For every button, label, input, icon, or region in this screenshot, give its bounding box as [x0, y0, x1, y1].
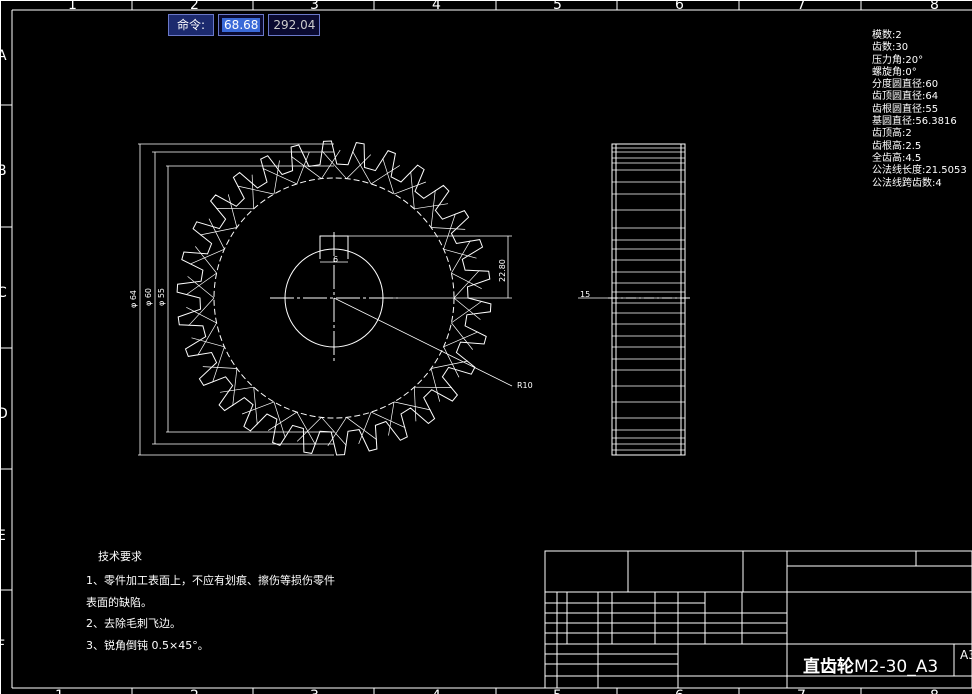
zone-top-7: 7 [797, 0, 806, 13]
drawing-canvas[interactable]: 1 2 3 4 5 6 7 8 1 2 3 4 5 6 7 8 A B C D … [0, 0, 972, 694]
gear-wire-line [232, 368, 238, 406]
gear-wire-line [393, 401, 431, 411]
gear-wire-line [370, 165, 400, 185]
gear-wire-line [451, 322, 473, 350]
gear-wire-line [251, 174, 255, 209]
zone-bottom-3: 3 [310, 688, 319, 694]
gear-wire-line [219, 386, 254, 393]
zone-bottom-5: 5 [553, 688, 562, 694]
gear-wire-line [451, 272, 482, 290]
dim-diameter-55: φ 55 [157, 288, 166, 306]
gear-wire-line [237, 185, 275, 195]
hub-bore[interactable] [270, 232, 398, 362]
gear-wire-line [430, 190, 436, 228]
tech-line-2: 表面的缺陷。 [86, 596, 152, 609]
zone-left-e: E [0, 528, 6, 544]
zone-top-8: 8 [930, 0, 939, 13]
dim-diameter-60: φ 60 [144, 288, 153, 306]
param-span-length: 公法线长度:21.5053 [872, 165, 967, 177]
gear-wire-line [187, 276, 215, 299]
param-base-diameter: 基圆直径:56.3816 [872, 116, 957, 128]
tech-line-1: 1、零件加工表面上，不应有划痕、擦伤等损伤零件 [86, 574, 335, 587]
tech-heading: 技术要求 [98, 550, 142, 563]
param-tip-diameter: 齿顶圆直径:64 [872, 91, 939, 103]
gear-wire-line [413, 387, 417, 422]
gear-wire-line [185, 272, 217, 296]
zone-left-c: C [0, 285, 7, 301]
title-block-part-title: 直齿轮M2-30_A3 [803, 652, 938, 677]
gear-wire-line [253, 387, 258, 425]
param-helix-angle: 螺旋角:0° [872, 66, 917, 78]
dimension-lines [138, 143, 612, 456]
sheet-size: A3 [960, 648, 972, 662]
param-span-teeth: 公法线跨齿数:4 [872, 177, 942, 189]
zone-bottom-8: 8 [930, 688, 939, 694]
param-root-diameter: 齿根圆直径:55 [872, 103, 939, 115]
dim-face-width: 15 [580, 290, 590, 299]
gear-wire-line [451, 240, 471, 274]
param-addendum: 齿顶高:2 [872, 128, 912, 140]
zone-bottom-4: 4 [432, 688, 441, 694]
gear-wire-line [197, 322, 217, 356]
tech-line-3: 2、去除毛刺飞边。 [86, 617, 181, 630]
gear-wire-line [296, 411, 316, 445]
gear-wire-line [241, 401, 275, 415]
param-whole-depth: 全齿高:4.5 [872, 152, 922, 164]
gear-wire-line [453, 297, 481, 320]
gear-wire-line [195, 246, 217, 274]
gear-wire-line [189, 248, 225, 265]
dim-radius: R10 [517, 381, 533, 390]
gear-wire-line [202, 366, 237, 369]
zone-bottom-1: 1 [55, 688, 64, 694]
gear-wire-line [352, 151, 372, 185]
coordinate-x-field[interactable]: 68.68 [218, 14, 265, 36]
param-pitch-diameter: 分度圆直径:60 [872, 79, 939, 91]
zone-top-2: 2 [190, 0, 199, 13]
param-dedendum: 齿根高:2.5 [872, 140, 922, 152]
zone-left-d: D [0, 406, 8, 422]
param-module: 模数:2 [872, 30, 902, 41]
gear-wire-line [451, 300, 483, 324]
drawing-frame [0, 0, 972, 694]
zone-left-a: A [0, 48, 7, 64]
command-label: 命令: [168, 14, 215, 36]
zone-top-6: 6 [675, 0, 684, 13]
coordinate-y-field[interactable]: 292.04 [268, 14, 321, 36]
part-name: 直齿轮 [803, 657, 854, 677]
zone-top-5: 5 [553, 0, 562, 13]
zone-left-f: F [0, 638, 5, 654]
part-code: M2-30_A3 [854, 657, 939, 677]
gear-side-view[interactable] [608, 143, 690, 456]
command-line[interactable]: 命令: 68.68 292.04 [168, 14, 321, 36]
gear-wire-line [393, 181, 427, 195]
zone-top-3: 3 [310, 0, 319, 13]
zone-bottom-6: 6 [675, 688, 684, 694]
gear-parameter-list: 模数:2 齿数:30 压力角:20° 螺旋角:0° 分度圆直径:60 齿顶圆直径… [872, 30, 967, 190]
param-pressure-angle: 压力角:20° [872, 54, 924, 66]
gear-wire-line [273, 401, 286, 438]
dim-key-height: 22.80 [498, 259, 507, 282]
gear-wire-line [414, 203, 449, 210]
gear-wire-line [268, 411, 298, 431]
zone-bottom-2: 2 [190, 688, 199, 694]
coordinate-x-value: 68.68 [222, 18, 261, 32]
gear-wire-line [410, 171, 415, 209]
gear-wire-line [431, 227, 466, 230]
param-teeth: 齿数:30 [872, 42, 909, 54]
side-outline [611, 143, 686, 456]
zone-top-1: 1 [68, 0, 77, 13]
gear-wire-line [227, 194, 238, 228]
zone-left-b: B [0, 163, 7, 179]
zone-bottom-7: 7 [797, 688, 806, 694]
dim-diameter-64: φ 64 [129, 290, 138, 308]
zone-top-4: 4 [432, 0, 441, 13]
gear-wire-line [186, 306, 217, 324]
dim-key-width: 6 [333, 255, 338, 264]
gear-wire-line [430, 368, 441, 402]
tech-line-4: 3、锐角倒钝 0.5×45°。 [86, 639, 209, 652]
